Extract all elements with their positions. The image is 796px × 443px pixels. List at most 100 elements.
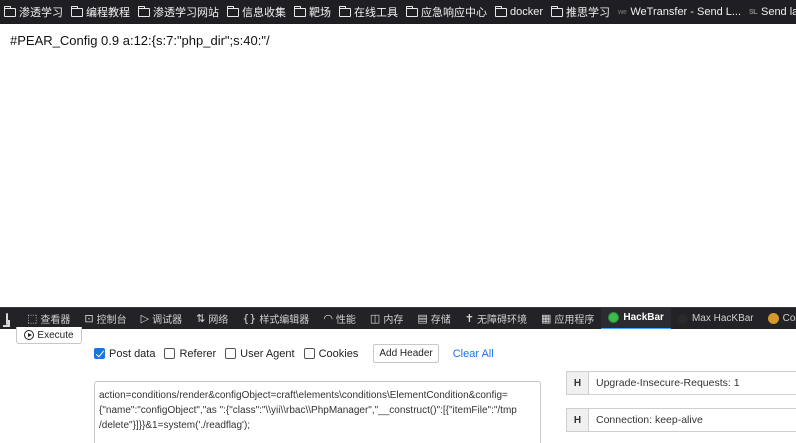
accessibility-icon: ✝: [464, 312, 474, 325]
console-icon: ⊡: [84, 312, 94, 325]
element-picker-icon[interactable]: [6, 312, 8, 325]
tab-inspector[interactable]: ⬚ 查看器: [20, 308, 77, 329]
tab-label: 应用程序: [554, 315, 595, 326]
tab-performance[interactable]: ◠ 性能: [316, 308, 363, 329]
sendlarge-icon: SL: [749, 8, 757, 16]
wetransfer-icon: we: [618, 8, 627, 16]
tab-max-hackbar[interactable]: Max HacKBar: [671, 308, 761, 329]
inspector-icon: ⬚: [27, 312, 38, 325]
folder-icon: [137, 5, 150, 17]
header-toggle[interactable]: H: [567, 409, 589, 431]
folder-icon: [494, 5, 507, 17]
debugger-icon: ▷: [140, 312, 150, 325]
execute-button[interactable]: Execute: [16, 327, 82, 344]
devtools-toolbar: ⬚ 查看器 ⊡ 控制台 ▷ 调试器 ⇅ 网络 {} 样式编辑器 ◠ 性能 ◫ 内存 ▤ 存储 ✝…: [0, 307, 796, 329]
user-agent-option[interactable]: User Agent: [225, 347, 295, 360]
execute-label: Execute: [37, 329, 74, 341]
bookmark-label: 靶场: [309, 7, 331, 19]
bookmark-label: 编程教程: [86, 7, 130, 19]
application-icon: ▦: [540, 312, 552, 325]
bookmark-label: docker: [510, 6, 544, 18]
cookie-icon: [767, 313, 779, 324]
header-row[interactable]: H Connection: keep-alive: [566, 408, 796, 432]
bookmark-pentest-sites[interactable]: 渗透学习网站: [137, 4, 219, 20]
user-agent-checkbox[interactable]: [225, 348, 237, 359]
tab-network[interactable]: ⇅ 网络: [189, 308, 235, 329]
bookmark-send-large-files[interactable]: SLSend large files free ...: [749, 6, 796, 18]
post-body-textarea[interactable]: action=conditions/render&configObject=cr…: [94, 381, 541, 443]
body-line: action=conditions/render&configObject=cr…: [99, 390, 508, 401]
tab-label: 无障碍环境: [476, 315, 527, 326]
tab-accessibility[interactable]: ✝ 无障碍环境: [458, 308, 534, 329]
folder-icon: [550, 5, 564, 17]
play-icon: [24, 330, 35, 340]
tab-application[interactable]: ▦ 应用程序: [534, 308, 601, 329]
folder-icon: [405, 5, 418, 17]
folder-icon: [293, 5, 306, 17]
bookmark-info-gathering[interactable]: 信息收集: [226, 4, 286, 20]
bookmark-label: 渗透学习网站: [153, 7, 219, 19]
user-agent-label: User Agent: [240, 347, 295, 360]
clear-all-link[interactable]: Clear All: [453, 348, 494, 360]
tab-debugger[interactable]: ▷ 调试器: [134, 308, 189, 329]
referer-label: Referer: [179, 347, 217, 360]
header-row[interactable]: H Upgrade-Insecure-Requests: 1: [566, 371, 796, 395]
memory-icon: ◫: [369, 312, 381, 325]
cookies-checkbox[interactable]: [303, 348, 315, 359]
bookmark-docker[interactable]: docker: [494, 5, 544, 18]
tab-storage[interactable]: ▤ 存储: [410, 308, 457, 329]
bookmark-label: 在线工具: [354, 7, 398, 19]
folder-icon: [3, 5, 16, 17]
network-icon: ⇅: [196, 312, 206, 325]
page-content: #PEAR_Config 0.9 a:12:{s:7:"php_dir";s:4…: [10, 33, 270, 48]
bookmark-thinking-study[interactable]: 推思学习: [550, 4, 611, 20]
tab-hackbar[interactable]: HackBar: [601, 308, 671, 329]
performance-icon: ◠: [323, 312, 333, 325]
post-data-label: Post data: [109, 347, 156, 360]
tab-label: 网络: [208, 315, 229, 326]
header-value[interactable]: Connection: keep-alive: [589, 414, 703, 426]
referer-checkbox[interactable]: [164, 348, 176, 359]
tab-console[interactable]: ⊡ 控制台: [77, 308, 133, 329]
tab-label: Cookie-: [782, 313, 796, 324]
bookmark-label: 信息收集: [242, 7, 286, 19]
bookmark-wetransfer[interactable]: we WeTransfer - Send L...: [618, 6, 741, 18]
bookmark-label: WeTransfer - Send L...: [630, 6, 742, 18]
tab-label: 内存: [383, 315, 404, 326]
bookmark-online-tools[interactable]: 在线工具: [338, 4, 398, 20]
folder-icon: [338, 5, 351, 17]
bookmark-programming-tutorials[interactable]: 编程教程: [70, 4, 130, 20]
tab-label: 控制台: [96, 315, 127, 326]
cookies-label: Cookies: [318, 347, 359, 360]
header-toggle[interactable]: H: [567, 372, 589, 394]
bookmark-emergency-response[interactable]: 应急响应中心: [405, 4, 487, 20]
tab-label: Max HacKBar: [691, 313, 754, 324]
tab-style-editor[interactable]: {} 样式编辑器: [235, 308, 316, 329]
referer-option[interactable]: Referer: [164, 348, 216, 360]
tab-memory[interactable]: ◫ 内存: [363, 308, 410, 329]
bookmark-label: Send large files free ...: [760, 6, 796, 18]
post-data-checkbox[interactable]: [94, 348, 105, 359]
bookmark-label: 推思学习: [566, 7, 611, 19]
tab-label: HackBar: [623, 312, 664, 323]
bookmark-label: 渗透学习: [19, 7, 63, 19]
bookmark-range[interactable]: 靶场: [293, 4, 331, 20]
post-data-option[interactable]: Post data: [94, 348, 155, 360]
bookmarks-bar: 渗透学习 编程教程 渗透学习网站 信息收集 靶场 在线工具 应急响应中心 doc…: [0, 0, 796, 24]
folder-icon: [70, 5, 83, 17]
storage-icon: ▤: [417, 312, 428, 325]
tab-label: 存储: [430, 315, 451, 326]
hackbar-options: Post data Referer User Agent Cookies Add…: [94, 344, 494, 363]
hackbar-icon: [608, 312, 620, 323]
body-line: /delete"}]}}&1=system('./readflag');: [99, 420, 251, 431]
header-value[interactable]: Upgrade-Insecure-Requests: 1: [589, 377, 740, 389]
add-header-button[interactable]: Add Header: [373, 344, 439, 363]
max-hackbar-icon: [677, 313, 688, 324]
tab-cookie[interactable]: Cookie-: [761, 308, 796, 329]
bookmark-label: 应急响应中心: [421, 7, 487, 19]
bookmark-pentest-study[interactable]: 渗透学习: [3, 4, 63, 20]
tab-label: 性能: [335, 315, 356, 326]
tab-label: 样式编辑器: [259, 315, 310, 326]
cookies-option[interactable]: Cookies: [303, 347, 359, 360]
tab-label: 调试器: [152, 315, 183, 326]
